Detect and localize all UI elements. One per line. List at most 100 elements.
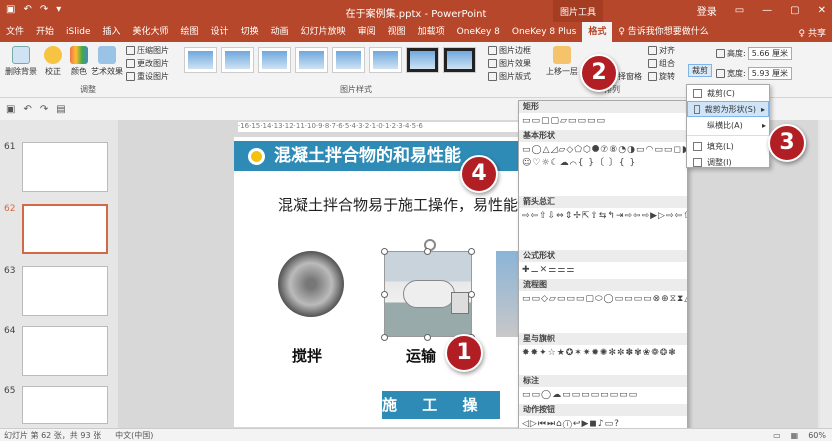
tab-onekey8[interactable]: OneKey 8 xyxy=(451,22,506,42)
tab-review[interactable]: 审阅 xyxy=(352,22,382,42)
thumbnail-number: 63 xyxy=(4,266,16,276)
picture-style-7[interactable] xyxy=(406,47,439,73)
picture-style-2[interactable] xyxy=(221,47,254,73)
undo-icon[interactable]: ↶ xyxy=(23,104,31,115)
mixing-image[interactable] xyxy=(278,251,344,317)
caption-mixing[interactable]: 搅拌 xyxy=(292,345,322,366)
gallery-row-arrows[interactable]: ⇨⇦⇧⇩⇔⇕✢⇱⇧⇆↰⇥⇨⇦⇨▶▷⇨⇦⇧⇩⇔⇕✢⇱⇧⇆↰ xyxy=(519,208,687,250)
picture-style-5[interactable] xyxy=(332,47,365,73)
rotate-button[interactable]: 旋转 xyxy=(648,71,675,82)
gallery-section-rectangles: 矩形 xyxy=(519,101,687,113)
tab-islide[interactable]: iSlide xyxy=(60,22,96,42)
slide-thumbnail-65[interactable] xyxy=(22,386,108,424)
gallery-section-callouts: 标注 xyxy=(519,375,687,387)
compress-icon xyxy=(126,46,135,55)
artistic-effects-button[interactable]: 艺术效果 xyxy=(90,46,124,77)
tab-insert[interactable]: 插入 xyxy=(97,22,127,42)
share-button[interactable]: ♀ 共享 xyxy=(799,26,826,39)
tab-file[interactable]: 文件 xyxy=(0,22,30,42)
resize-handle[interactable] xyxy=(381,248,388,255)
menu-item-fit[interactable]: 调整(I) xyxy=(687,154,769,170)
resize-handle[interactable] xyxy=(381,291,388,298)
ribbon-display-icon[interactable]: ▭ xyxy=(735,5,744,16)
vertical-scrollbar[interactable] xyxy=(820,120,832,428)
tab-home[interactable]: 开始 xyxy=(30,22,60,42)
gallery-section-action-buttons: 动作按钮 xyxy=(519,404,687,416)
normal-view-icon[interactable]: ▭ xyxy=(773,431,781,440)
compress-pictures-button[interactable]: 压缩图片 xyxy=(126,45,169,56)
reset-icon xyxy=(126,72,135,81)
menu-item-crop[interactable]: 裁剪(C) xyxy=(687,85,769,101)
minimize-button[interactable]: — xyxy=(762,5,772,16)
menu-item-crop-to-shape[interactable]: 裁剪为形状(S) ▸ xyxy=(687,101,769,117)
picture-effects-button[interactable]: 图片效果 xyxy=(488,58,531,69)
height-field[interactable]: 高度: 5.66 厘米 xyxy=(716,47,793,60)
maximize-button[interactable]: ▢ xyxy=(790,5,799,16)
tab-design[interactable]: 设计 xyxy=(205,22,235,42)
resize-handle[interactable] xyxy=(468,291,475,298)
tell-me-search[interactable]: ♀ 告诉我你想要做什么 xyxy=(612,22,714,42)
present-icon[interactable]: ▤ xyxy=(56,104,65,115)
color-button[interactable]: 颜色 xyxy=(68,46,90,77)
selection-pane-button[interactable]: 择窗格 xyxy=(618,71,642,82)
zoom-level[interactable]: 60% xyxy=(808,431,826,440)
thumbnail-number: 62 xyxy=(4,204,16,214)
picture-style-6[interactable] xyxy=(369,47,402,73)
picture-style-1[interactable] xyxy=(184,47,217,73)
menu-item-aspect-ratio[interactable]: 纵横比(A) ▸ xyxy=(687,117,769,133)
align-icon xyxy=(648,46,657,55)
tab-view[interactable]: 视图 xyxy=(382,22,412,42)
gallery-section-basic-shapes: 基本形状 xyxy=(519,130,687,142)
corrections-button[interactable]: 校正 xyxy=(40,46,66,77)
menu-item-fill[interactable]: 填充(L) xyxy=(687,138,769,154)
crop-button[interactable]: 裁剪 xyxy=(688,64,712,77)
gallery-row-basic-shapes[interactable]: ▭◯△◿▱◇⬠⬡⯃⑦⑧◔◑▭◠▭▭◻◗◉▭▯◷▭◈☺♡☼☾☁⌒{ }〔 〕{ } xyxy=(519,142,687,196)
gallery-row-callouts[interactable]: ▭▭◯☁▭▭▭▭▭▭▭▭ xyxy=(519,387,687,404)
tab-transitions[interactable]: 切换 xyxy=(235,22,265,42)
slide-thumbnail-61[interactable] xyxy=(22,142,108,192)
picture-layout-button[interactable]: 图片版式 xyxy=(488,71,531,82)
picture-style-3[interactable] xyxy=(258,47,291,73)
slide-thumbnail-62[interactable] xyxy=(22,204,108,254)
redo-icon[interactable]: ↷ xyxy=(40,104,48,115)
gallery-row-stars[interactable]: ✸✸✦☆★✪✶✷✹✺✻✼✽✾❀❁❂❃ xyxy=(519,345,687,375)
resize-handle[interactable] xyxy=(468,248,475,255)
picture-style-8[interactable] xyxy=(443,47,476,73)
bring-forward-button[interactable]: 上移一层 xyxy=(544,46,580,77)
align-button[interactable]: 对齐 xyxy=(648,45,675,56)
picture-style-4[interactable] xyxy=(295,47,328,73)
resize-handle[interactable] xyxy=(424,334,431,341)
remove-background-button[interactable]: 删除背景 xyxy=(4,46,38,77)
language-indicator[interactable]: 中文(中国) xyxy=(115,430,153,441)
resize-handle[interactable] xyxy=(381,334,388,341)
width-field[interactable]: 宽度: 5.93 厘米 xyxy=(716,67,793,80)
login-button[interactable]: 登录 xyxy=(697,3,717,18)
save-icon[interactable]: ▣ xyxy=(6,104,15,115)
height-icon xyxy=(716,49,725,58)
gallery-row-flowchart[interactable]: ▭▭◇▱▭▭▭▢⬭◯▭▭▭▭⊗⊕⧖⧗△▽◺▭◗◯ xyxy=(519,291,687,333)
tab-animations[interactable]: 动画 xyxy=(265,22,295,42)
slide-counter: 幻灯片 第 62 张，共 93 张 xyxy=(4,430,102,440)
truck-image-selected[interactable] xyxy=(384,251,472,337)
gallery-row-equation[interactable]: ✚⚊✕⚌⚌⚌ xyxy=(519,262,687,279)
tab-draw[interactable]: 绘图 xyxy=(175,22,205,42)
caption-transport[interactable]: 运输 xyxy=(406,345,436,366)
picture-border-button[interactable]: 图片边框 xyxy=(488,45,531,56)
tab-format[interactable]: 格式 xyxy=(582,22,613,42)
slide-thumbnail-63[interactable] xyxy=(22,266,108,316)
tab-onekey8plus[interactable]: OneKey 8 Plus xyxy=(506,22,582,42)
tab-slideshow[interactable]: 幻灯片放映 xyxy=(295,22,352,42)
group-button[interactable]: 组合 xyxy=(648,58,675,69)
resize-handle[interactable] xyxy=(424,248,431,255)
slide-sorter-icon[interactable]: ▦ xyxy=(791,431,799,440)
rotate-icon xyxy=(648,72,657,81)
chevron-right-icon: ▸ xyxy=(761,120,766,130)
construction-banner[interactable]: 施 工 操 作 xyxy=(382,391,500,419)
close-button[interactable]: ✕ xyxy=(818,5,826,16)
tab-addins[interactable]: 加载项 xyxy=(412,22,451,42)
reset-picture-button[interactable]: 重设图片 xyxy=(126,71,169,82)
change-picture-button[interactable]: 更改图片 xyxy=(126,58,169,69)
slide-thumbnail-64[interactable] xyxy=(22,326,108,376)
gallery-row-rectangles[interactable]: ▭▭▢▢▱▭▭▭▭ xyxy=(519,113,687,130)
tab-meihua[interactable]: 美化大师 xyxy=(127,22,175,42)
